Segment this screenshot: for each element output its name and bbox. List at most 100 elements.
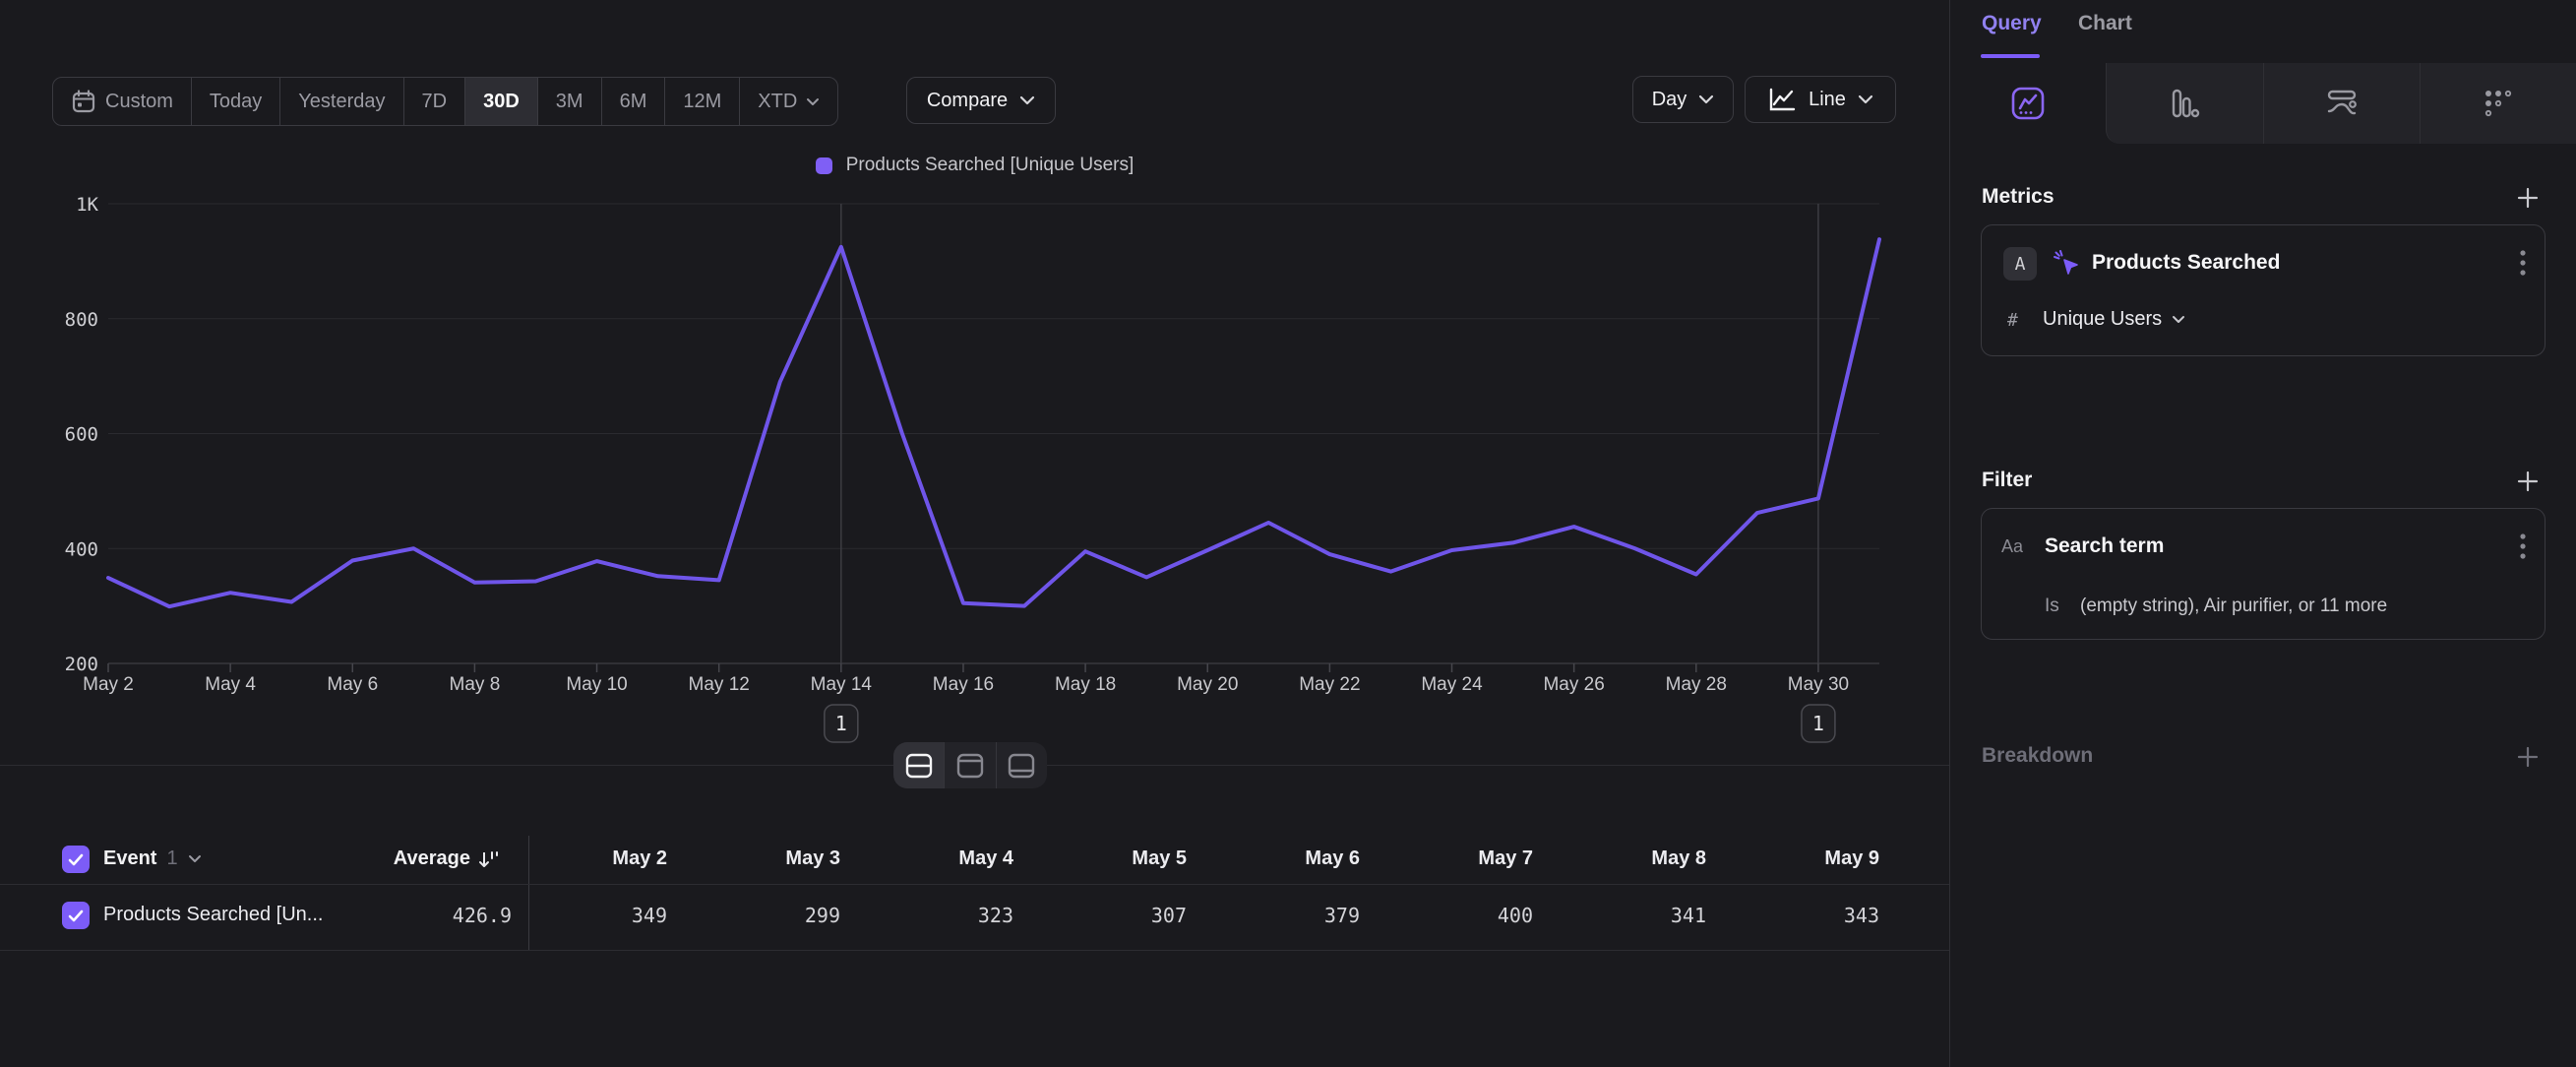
day-column-header[interactable]: May 3	[712, 847, 840, 870]
funnels-tab[interactable]	[2106, 63, 2262, 144]
metric-card[interactable]: A Products Searched # Unique Users	[1981, 224, 2545, 356]
y-axis-label: 200	[65, 654, 98, 675]
day-value: 379	[1232, 904, 1360, 927]
series-line	[108, 239, 1879, 606]
kebab-menu-icon[interactable]	[2519, 533, 2527, 562]
range-xtd[interactable]: XTD	[740, 78, 837, 125]
annotation-count: 1	[1812, 712, 1824, 735]
chevron-down-icon	[1858, 94, 1873, 104]
filter-property-name[interactable]: Search term	[2045, 534, 2164, 558]
report-type-tabs	[1950, 63, 2576, 144]
range-12m[interactable]: 12M	[665, 78, 740, 125]
x-axis-label: May 24	[1421, 674, 1483, 695]
table-view-button[interactable]	[997, 742, 1047, 788]
x-axis-label: May 26	[1543, 674, 1604, 695]
row-average-value: 426.9	[364, 904, 512, 927]
filter-value[interactable]: (empty string), Air purifier, or 11 more	[2080, 596, 2387, 617]
split-view-icon	[904, 752, 934, 780]
average-label: Average	[394, 847, 470, 870]
day-column-header[interactable]: May 2	[539, 847, 667, 870]
table-row[interactable]: Products Searched [Un... 426.9 349299323…	[0, 885, 1949, 950]
range-label: 12M	[683, 91, 721, 113]
flows-icon	[2322, 85, 2361, 122]
aggregation-dropdown[interactable]: Unique Users	[2043, 308, 2185, 331]
plus-icon	[2516, 186, 2540, 210]
x-axis-label: May 6	[327, 674, 378, 695]
chart-type-button[interactable]: Line	[1745, 76, 1896, 123]
x-axis-label: May 18	[1055, 674, 1116, 695]
chart-view-button[interactable]	[945, 742, 996, 788]
range-yesterday[interactable]: Yesterday	[280, 78, 403, 125]
metrics-heading: Metrics	[1982, 185, 2055, 209]
split-view-button[interactable]	[893, 742, 945, 788]
row-event-name: Products Searched [Un...	[103, 904, 323, 926]
day-column-header[interactable]: May 6	[1232, 847, 1360, 870]
x-axis-label: May 28	[1666, 674, 1727, 695]
check-icon	[68, 853, 84, 866]
tab-query[interactable]: Query	[1982, 12, 2042, 35]
compare-button[interactable]: Compare	[906, 77, 1056, 124]
y-axis-label: 400	[65, 538, 98, 560]
metric-series-badge: A	[2003, 247, 2037, 281]
day-column-header[interactable]: May 7	[1405, 847, 1533, 870]
range-today[interactable]: Today	[192, 78, 280, 125]
range-30d[interactable]: 30D	[465, 78, 538, 125]
flows-tab[interactable]	[2263, 63, 2420, 144]
day-column-header[interactable]: May 9	[1751, 847, 1879, 870]
metric-name[interactable]: Products Searched	[2092, 251, 2280, 275]
chevron-down-icon	[188, 854, 202, 863]
range-label: 7D	[422, 91, 448, 113]
main-area: CustomTodayYesterday 7D 30D 3M 6M 12M XTD Comp…	[0, 0, 1949, 1067]
range-label: 30D	[483, 91, 520, 113]
plus-icon	[2516, 470, 2540, 493]
day-value: 299	[712, 904, 840, 927]
range-custom[interactable]: Custom	[53, 78, 192, 125]
line-chart-icon	[1767, 87, 1797, 112]
x-axis-label: May 4	[205, 674, 256, 695]
select-all-checkbox[interactable]	[62, 846, 90, 873]
active-tab-indicator	[1981, 54, 2040, 58]
granularity-label: Day	[1652, 89, 1687, 111]
range-6m[interactable]: 6M	[602, 78, 666, 125]
chevron-down-icon	[2172, 315, 2185, 324]
y-axis-label: 800	[65, 309, 98, 331]
filter-card[interactable]: Aa Search term Is (empty string), Air pu…	[1981, 508, 2545, 640]
event-label: Event	[103, 847, 156, 870]
chevron-down-icon	[806, 97, 820, 106]
day-value: 341	[1578, 904, 1706, 927]
add-breakdown-button[interactable]	[2515, 744, 2541, 770]
retention-icon	[2480, 85, 2517, 122]
range-label: XTD	[758, 91, 797, 113]
range-7d[interactable]: 7D	[404, 78, 466, 125]
average-column-header[interactable]: Average	[335, 847, 500, 870]
range-3m[interactable]: 3M	[538, 78, 602, 125]
y-axis-label: 600	[65, 424, 98, 446]
day-column-header[interactable]: May 5	[1059, 847, 1187, 870]
row-checkbox[interactable]	[62, 902, 90, 929]
analytics-app: CustomTodayYesterday 7D 30D 3M 6M 12M XTD Comp…	[0, 0, 2576, 1067]
insights-tab[interactable]	[1950, 63, 2106, 144]
text-property-icon: Aa	[2001, 536, 2023, 557]
plus-icon	[2516, 745, 2540, 769]
day-column-header[interactable]: May 4	[886, 847, 1013, 870]
annotation-count: 1	[835, 712, 847, 735]
tab-chart[interactable]: Chart	[2078, 12, 2132, 35]
filter-heading: Filter	[1982, 469, 2032, 492]
granularity-button[interactable]: Day	[1632, 76, 1734, 123]
add-filter-button[interactable]	[2515, 469, 2541, 494]
chevron-down-icon	[1019, 95, 1035, 105]
add-metric-button[interactable]	[2515, 185, 2541, 211]
check-icon	[68, 910, 84, 922]
event-count: 1	[166, 847, 177, 870]
breakdown-heading: Breakdown	[1982, 744, 2093, 768]
x-axis-label: May 16	[933, 674, 994, 695]
x-axis-label: May 10	[566, 674, 627, 695]
x-axis-label: May 14	[811, 674, 873, 695]
kebab-menu-icon[interactable]	[2519, 249, 2527, 279]
filter-operator[interactable]: Is	[2045, 596, 2059, 617]
event-column-header[interactable]: Event 1	[103, 847, 202, 870]
retention-tab[interactable]	[2420, 63, 2576, 144]
range-label: 6M	[620, 91, 647, 113]
day-column-header[interactable]: May 8	[1578, 847, 1706, 870]
table-header: Event 1 Average May 2 May 3 May 4 May 5 May …	[0, 836, 1949, 884]
